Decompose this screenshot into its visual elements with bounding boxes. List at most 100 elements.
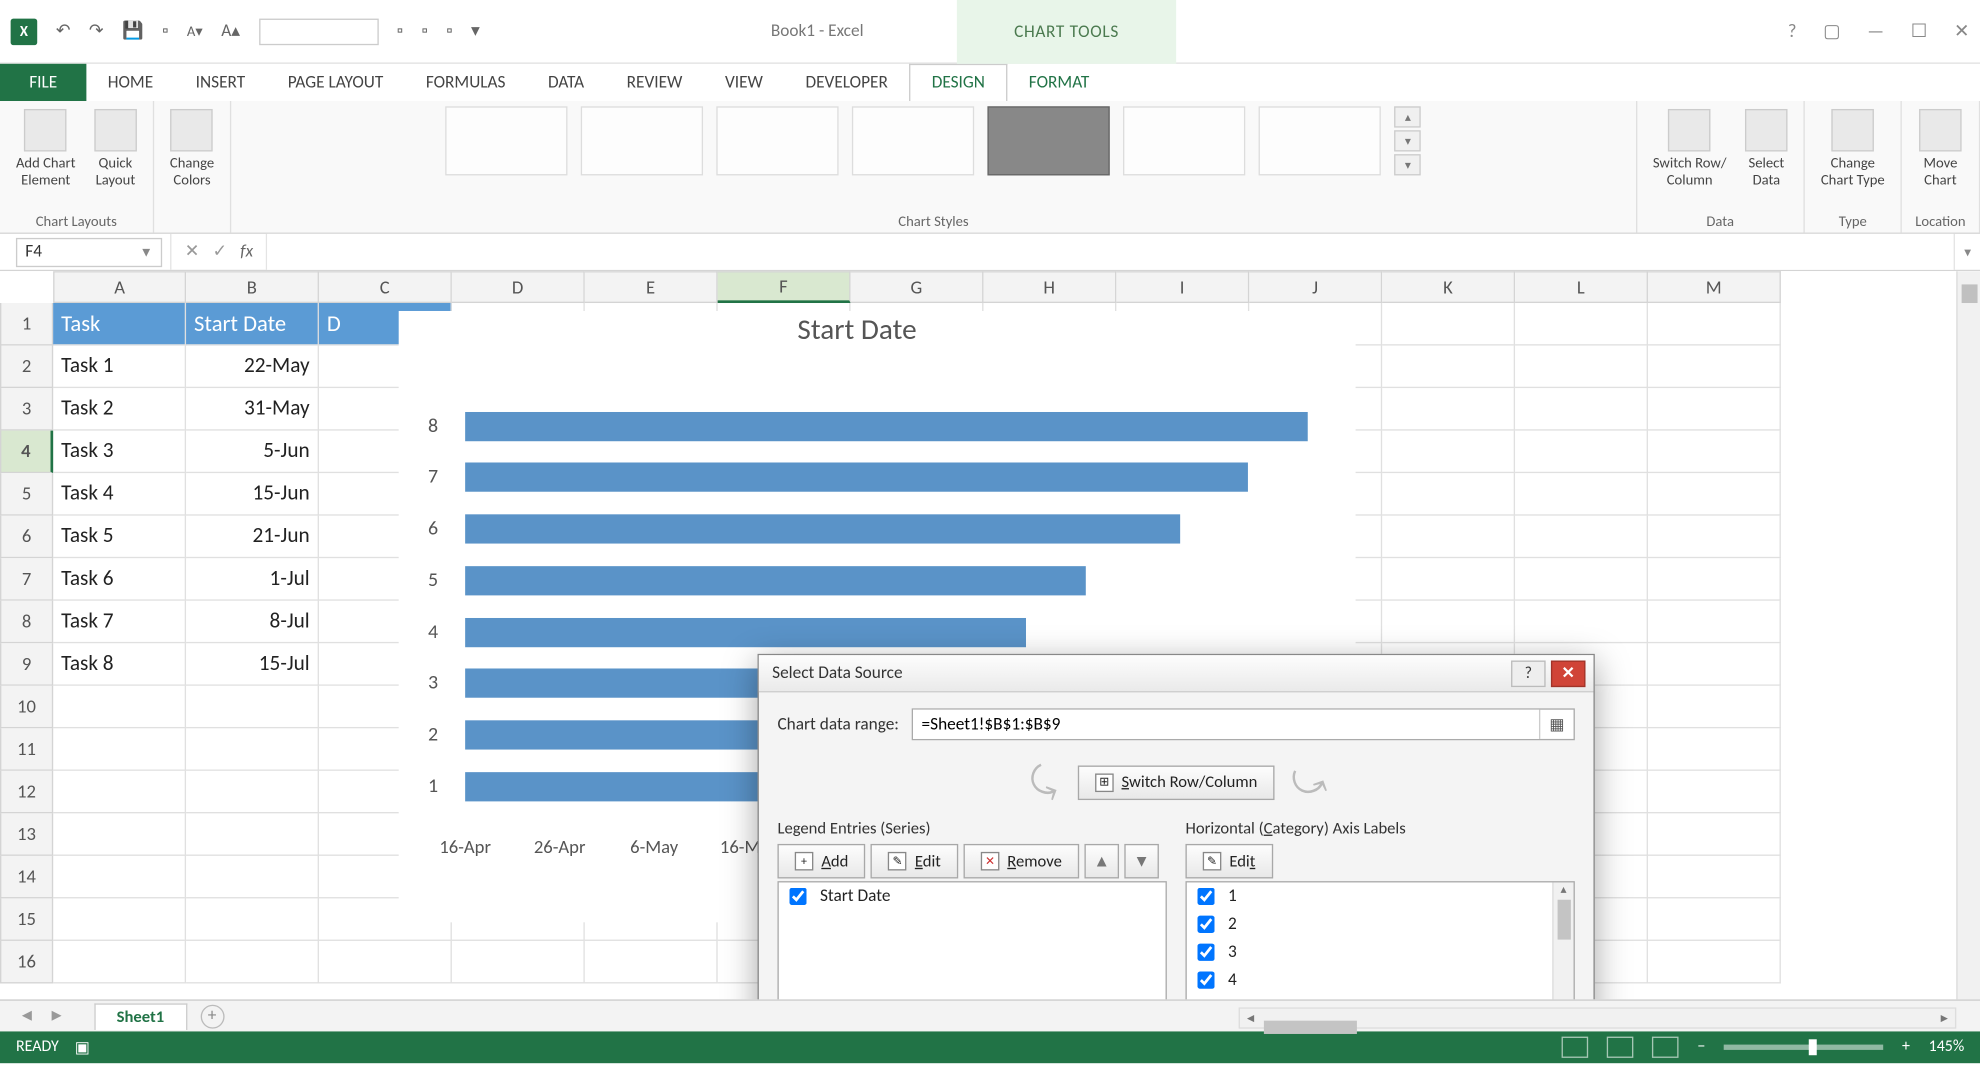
change-colors-button[interactable]: Change Colors (167, 106, 217, 192)
series-item[interactable]: Start Date (779, 882, 1166, 910)
row-header[interactable]: 14 (0, 856, 53, 899)
zoom-in-icon[interactable]: + (1902, 1038, 1910, 1057)
cell[interactable] (1515, 346, 1648, 389)
column-header[interactable]: I (1116, 271, 1249, 303)
cell[interactable] (1382, 473, 1515, 516)
horizontal-scrollbar[interactable]: ◄► (1239, 1007, 1957, 1028)
tab-review[interactable]: REVIEW (605, 64, 703, 101)
name-box[interactable]: F4▼ (16, 237, 162, 266)
column-header[interactable]: G (851, 271, 984, 303)
gallery-up-icon[interactable]: ▴ (1395, 106, 1422, 127)
cell[interactable] (1515, 388, 1648, 431)
column-header[interactable]: A (53, 271, 186, 303)
tab-format[interactable]: FORMAT (1008, 64, 1111, 101)
cell[interactable] (1515, 601, 1648, 644)
column-header[interactable]: D (452, 271, 585, 303)
style-thumb[interactable] (446, 106, 568, 175)
cell[interactable] (1648, 941, 1781, 984)
cell[interactable] (1648, 771, 1781, 814)
category-item[interactable]: 4 (1187, 966, 1574, 994)
style-thumb[interactable] (581, 106, 703, 175)
column-header[interactable]: L (1515, 271, 1648, 303)
edit-series-button[interactable]: ✎Edit (871, 844, 958, 879)
cell[interactable] (1382, 601, 1515, 644)
column-header[interactable]: C (319, 271, 452, 303)
cell[interactable]: 8-Jul (186, 601, 319, 644)
row-header[interactable]: 2 (0, 346, 53, 389)
dialog-close-icon[interactable]: ✕ (1551, 660, 1586, 687)
style-thumb[interactable] (852, 106, 974, 175)
dialog-help-icon[interactable]: ? (1511, 660, 1546, 687)
row-header[interactable]: 6 (0, 516, 53, 559)
cell[interactable]: 15-Jun (186, 473, 319, 516)
cell[interactable]: Task (53, 303, 186, 346)
row-header[interactable]: 3 (0, 388, 53, 431)
sheet-tab[interactable]: Sheet1 (94, 1003, 187, 1030)
save-icon[interactable]: 💾 (122, 21, 144, 41)
next-sheet-icon[interactable]: ► (48, 1006, 64, 1026)
qat-more-icon[interactable]: ▾ (471, 21, 480, 41)
cell[interactable]: Task 2 (53, 388, 186, 431)
cell[interactable]: 5-Jun (186, 431, 319, 474)
cell[interactable]: 1-Jul (186, 558, 319, 601)
cell[interactable] (1648, 898, 1781, 941)
style-thumb[interactable] (1124, 106, 1246, 175)
cell[interactable] (1648, 686, 1781, 729)
ribbon-options-icon[interactable]: ▢ (1823, 20, 1841, 43)
cell[interactable]: Task 1 (53, 346, 186, 389)
cell[interactable] (186, 898, 319, 941)
cell[interactable]: Start Date (186, 303, 319, 346)
gallery-down-icon[interactable]: ▾ (1395, 130, 1422, 151)
category-listbox[interactable]: 12345▴▾ (1185, 881, 1574, 999)
quick-layout-button[interactable]: Quick Layout (91, 106, 139, 192)
category-item[interactable]: 3 (1187, 938, 1574, 966)
cell[interactable] (53, 898, 186, 941)
cell[interactable] (186, 813, 319, 856)
row-header[interactable]: 5 (0, 473, 53, 516)
cell[interactable]: Task 4 (53, 473, 186, 516)
remove-series-button[interactable]: ✕Remove (963, 844, 1079, 879)
select-data-button[interactable]: Select Data (1742, 106, 1790, 192)
row-header[interactable]: 16 (0, 941, 53, 984)
cell[interactable] (1648, 643, 1781, 686)
change-chart-type-button[interactable]: Change Chart Type (1818, 106, 1887, 192)
qat-dropdown[interactable] (259, 18, 379, 45)
page-layout-view-icon[interactable] (1607, 1037, 1634, 1058)
switch-row-column-button[interactable]: ⊞Switch Row/Column (1078, 765, 1275, 800)
cell[interactable]: 21-Jun (186, 516, 319, 559)
cell[interactable] (585, 941, 718, 984)
cell[interactable] (1382, 388, 1515, 431)
cell[interactable] (1382, 516, 1515, 559)
cell[interactable]: 15-Jul (186, 643, 319, 686)
listbox-scrollbar[interactable]: ▴▾ (1552, 882, 1573, 999)
category-item[interactable]: 2 (1187, 910, 1574, 938)
move-chart-button[interactable]: Move Chart (1917, 106, 1965, 192)
move-up-button[interactable]: ▲ (1084, 844, 1119, 879)
column-header[interactable]: H (983, 271, 1116, 303)
zoom-slider[interactable] (1724, 1045, 1883, 1050)
font-decrease-icon[interactable]: A▾ (187, 23, 203, 40)
tab-file[interactable]: FILE (0, 64, 86, 101)
row-header[interactable]: 15 (0, 898, 53, 941)
cell[interactable]: 22-May (186, 346, 319, 389)
enter-formula-icon[interactable]: ✓ (213, 242, 227, 262)
row-header[interactable]: 10 (0, 686, 53, 729)
column-header[interactable]: F (718, 271, 851, 303)
help-icon[interactable]: ? (1788, 20, 1797, 43)
category-checkbox[interactable] (1197, 971, 1214, 988)
column-header[interactable]: B (186, 271, 319, 303)
cell[interactable] (1382, 346, 1515, 389)
cell[interactable] (53, 771, 186, 814)
undo-icon[interactable]: ↶ (56, 21, 70, 41)
tab-page-layout[interactable]: PAGE LAYOUT (266, 64, 404, 101)
qat-icon[interactable]: ▫ (397, 21, 403, 41)
series-checkbox[interactable] (789, 888, 806, 905)
cell[interactable] (53, 686, 186, 729)
tab-design[interactable]: DESIGN (909, 64, 1007, 101)
tab-formulas[interactable]: FORMULAS (405, 64, 527, 101)
page-break-view-icon[interactable] (1652, 1037, 1679, 1058)
cell[interactable] (1515, 473, 1648, 516)
cell[interactable] (53, 941, 186, 984)
row-header[interactable]: 1 (0, 303, 53, 346)
chart-data-range-input[interactable] (914, 710, 1539, 739)
